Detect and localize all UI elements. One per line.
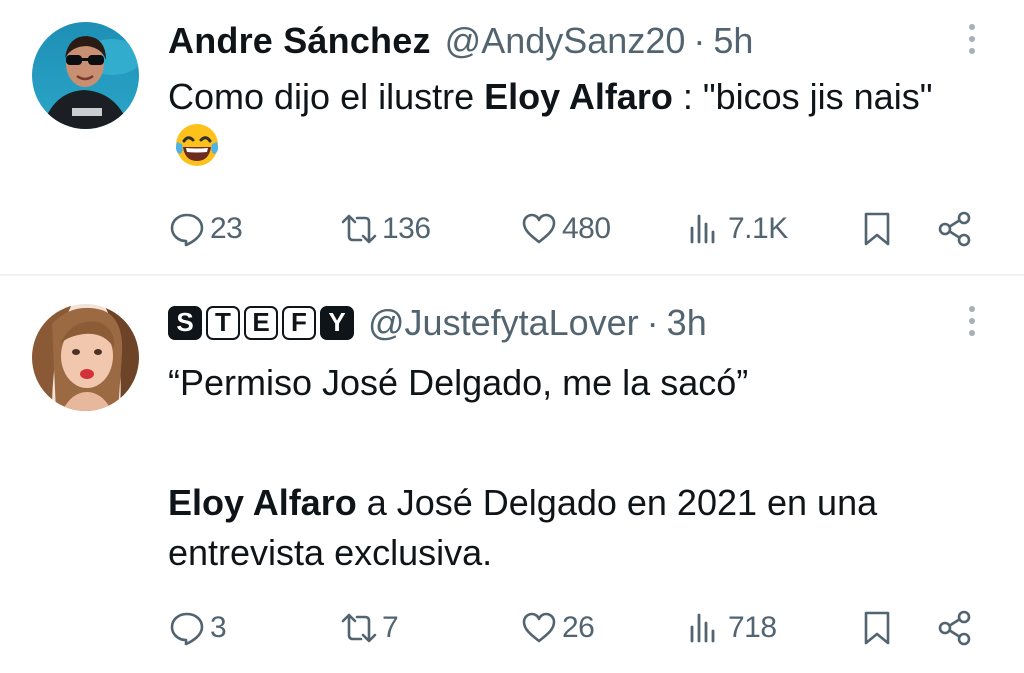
retweet-button[interactable]: 136 (340, 207, 431, 251)
avatar[interactable] (32, 22, 139, 129)
timestamp[interactable]: 3h (667, 300, 707, 346)
reply-button[interactable]: 23 (168, 207, 243, 251)
heart-icon (522, 612, 556, 643)
tweet-actions: 23 136 480 7.1K (168, 207, 988, 251)
face-with-tears-of-joy-icon (176, 124, 218, 166)
tweet-text-part: : "bicos jis nais" (672, 76, 933, 117)
tweet-text: Como dijo el ilustre Eloy Alfaro : "bico… (168, 72, 968, 173)
tweet-text: “Permiso José Delgado, me la sacó” Eloy … (168, 358, 968, 578)
tweet-actions: 3 7 26 718 (168, 606, 988, 650)
heart-icon (522, 213, 556, 244)
reply-count: 23 (210, 212, 243, 245)
timestamp[interactable]: 5h (713, 18, 753, 64)
tweet-text-bold: Eloy Alfaro (168, 482, 357, 523)
tweet-text-line: “Permiso José Delgado, me la sacó” (168, 362, 749, 403)
avatar[interactable] (32, 304, 139, 411)
tweet-text-part: Como dijo el ilustre (168, 76, 485, 117)
view-count: 7.1K (728, 212, 788, 245)
comment-icon (170, 213, 204, 247)
tweet-header: S T E F Y @JustefytaLover · 3h (168, 300, 707, 346)
share-button[interactable] (936, 606, 974, 650)
display-name-letter: S (168, 306, 202, 340)
bookmark-icon (864, 212, 890, 246)
views-icon (690, 214, 715, 244)
display-name[interactable]: Andre Sánchez (168, 18, 431, 64)
retweet-icon (341, 613, 377, 643)
tweet[interactable]: Andre Sánchez @AndySanz20 · 5h Como dijo… (0, 0, 1024, 274)
retweet-count: 7 (382, 611, 399, 644)
reply-button[interactable]: 3 (168, 606, 227, 650)
bookmark-button[interactable] (858, 606, 896, 650)
display-name[interactable]: S T E F Y (168, 306, 354, 340)
display-name-letter: T (206, 306, 240, 340)
more-vertical-icon[interactable] (962, 24, 982, 64)
bookmark-icon (864, 611, 890, 645)
display-name-letter: E (244, 306, 278, 340)
avatar-image (32, 304, 139, 411)
display-name-letter: Y (320, 306, 354, 340)
share-icon (938, 610, 971, 646)
like-button[interactable]: 26 (520, 606, 595, 650)
tweet-text-bold: Eloy Alfaro (484, 76, 673, 117)
separator-dot: · (646, 302, 659, 343)
tweet-text-line: Eloy Alfaro a José Delgado en 2021 en un… (168, 478, 968, 578)
reply-count: 3 (210, 611, 227, 644)
tweet-header: Andre Sánchez @AndySanz20 · 5h (168, 18, 753, 64)
views-button[interactable]: 7.1K (686, 207, 788, 251)
view-count: 718 (728, 611, 777, 644)
views-icon (690, 613, 715, 643)
share-button[interactable] (936, 207, 974, 251)
bookmark-button[interactable] (858, 207, 896, 251)
retweet-count: 136 (382, 212, 431, 245)
more-vertical-icon[interactable] (962, 306, 982, 346)
like-button[interactable]: 480 (520, 207, 611, 251)
user-handle[interactable]: @AndySanz20 (445, 18, 686, 64)
like-count: 26 (562, 611, 595, 644)
views-button[interactable]: 718 (686, 606, 777, 650)
separator-dot: · (693, 20, 706, 61)
display-name-letter: F (282, 306, 316, 340)
retweet-icon (341, 214, 377, 244)
avatar-image (32, 22, 139, 129)
retweet-button[interactable]: 7 (340, 606, 399, 650)
user-handle[interactable]: @JustefytaLover (368, 300, 639, 346)
share-icon (938, 211, 971, 247)
tweet[interactable]: S T E F Y @JustefytaLover · 3h “Permiso … (0, 276, 1024, 673)
like-count: 480 (562, 212, 611, 245)
comment-icon (170, 612, 204, 646)
